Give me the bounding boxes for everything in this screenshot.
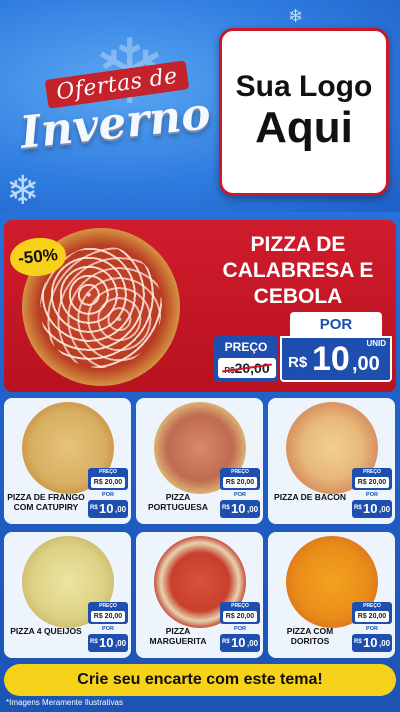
product-card[interactable]: PIZZA MARGUERITA PREÇO R$ 20,00 POR R$ 10,… [136, 532, 263, 658]
logo-line1: Sua Logo [235, 70, 373, 104]
product-name: PIZZA PORTUGUESA [148, 492, 208, 512]
price-integer: 10 [363, 635, 378, 650]
price-cents: ,00 [115, 505, 127, 514]
por-label: POR [366, 626, 378, 632]
logo-placeholder[interactable]: Sua Logo Aqui [219, 28, 389, 196]
price-currency: R$ [288, 354, 308, 371]
flyer-page: ❄ ❄ ❄ Ofertas de Inverno Sua Logo Aqui -… [0, 0, 400, 712]
por-label: POR [366, 492, 378, 498]
price-currency: R$ [354, 639, 362, 645]
price-currency: R$ [90, 505, 98, 511]
price-currency: R$ [222, 639, 230, 645]
price-currency: R$ [354, 505, 362, 511]
old-price-value: 20,00 [234, 360, 270, 376]
preco-label: PREÇO [231, 469, 249, 475]
snowflake-icon: ❄ [6, 169, 40, 213]
price-box: R$ 10,00 [352, 634, 392, 652]
snowflake-icon: ❄ [288, 6, 304, 26]
price-cents: ,00 [379, 639, 391, 648]
product-card[interactable]: PIZZA COM DORITOS PREÇO R$ 20,00 POR R$ 10… [268, 532, 395, 658]
header: ❄ ❄ ❄ Ofertas de Inverno Sua Logo Aqui [0, 0, 400, 213]
featured-title: PIZZA DE CALABRESA E CEBOLA [222, 233, 374, 308]
por-label: POR [102, 626, 114, 632]
preco-label: PREÇO [224, 340, 268, 354]
unit-label: UNID [366, 339, 386, 348]
price-box: R$ 10,00 [220, 634, 260, 652]
price-cents: ,00 [247, 639, 259, 648]
price-box: R$ 10,00 [220, 500, 260, 518]
product-name: PIZZA 4 QUEIJOS [10, 626, 82, 636]
old-price-box: PREÇO R$ 20,00 [88, 468, 128, 490]
old-price: R$20,00 [218, 358, 276, 378]
preco-label: PREÇO [99, 469, 117, 475]
logo-line2: Aqui [255, 103, 353, 153]
old-price-box: PREÇO R$ 20,00 [220, 602, 260, 624]
old-price: R$ 20,00 [91, 611, 125, 622]
product-card[interactable]: PIZZA DE FRANGO COM CATUPIRY PREÇO R$ 20,… [4, 398, 131, 524]
price-cents: ,00 [115, 639, 127, 648]
price-integer: 10 [231, 501, 246, 516]
price-box: R$ 10,00 [88, 500, 128, 518]
featured-product[interactable]: -50% PIZZA DE CALABRESA E CEBOLA POR PRE… [4, 220, 396, 392]
disclaimer: *Imagens Meramente Ilustrativas [6, 698, 123, 707]
old-price-box: PREÇO R$ 20,00 [220, 468, 260, 490]
old-price-box: PREÇO R$ 20,00 [352, 468, 392, 490]
old-price: R$ 20,00 [223, 611, 257, 622]
price-integer: 10 [312, 340, 350, 378]
old-price-box: PREÇO R$ 20,00 [352, 602, 392, 624]
product-card[interactable]: PIZZA DE BACON PREÇO R$ 20,00 POR R$ 10,00 [268, 398, 395, 524]
old-price: R$ 20,00 [223, 477, 257, 488]
winter-offers-banner: Ofertas de Inverno [18, 60, 213, 160]
por-label: POR [234, 492, 246, 498]
preco-label: PREÇO [363, 469, 381, 475]
old-price: R$ 20,00 [355, 611, 389, 622]
product-card[interactable]: PIZZA 4 QUEIJOS PREÇO R$ 20,00 POR R$ 10,0… [4, 532, 131, 658]
price-integer: 10 [99, 501, 114, 516]
por-label: POR [102, 492, 114, 498]
price-integer: 10 [99, 635, 114, 650]
price-integer: 10 [363, 501, 378, 516]
price-cents: ,00 [352, 353, 380, 375]
price-integer: 10 [231, 635, 246, 650]
price-cents: ,00 [247, 505, 259, 514]
price-cents: ,00 [379, 505, 391, 514]
por-label: POR [290, 312, 382, 336]
product-name: PIZZA MARGUERITA [149, 626, 207, 646]
old-price: R$ 20,00 [91, 477, 125, 488]
old-price-box: PREÇO R$20,00 [214, 336, 278, 382]
product-name: PIZZA COM DORITOS [286, 626, 334, 646]
product-name: PIZZA DE FRANGO COM CATUPIRY [7, 492, 85, 512]
old-price-box: PREÇO R$ 20,00 [88, 602, 128, 624]
price-currency: R$ [90, 639, 98, 645]
product-name: PIZZA DE BACON [274, 492, 346, 502]
old-price: R$ 20,00 [355, 477, 389, 488]
por-label: POR [234, 626, 246, 632]
price-box: UNID R$ 10 ,00 [280, 336, 392, 382]
preco-label: PREÇO [231, 603, 249, 609]
preco-label: PREÇO [99, 603, 117, 609]
price-box: R$ 10,00 [88, 634, 128, 652]
preco-label: PREÇO [363, 603, 381, 609]
product-card[interactable]: PIZZA PORTUGUESA PREÇO R$ 20,00 POR R$ 10,… [136, 398, 263, 524]
old-price-currency: R$ [224, 366, 235, 375]
cta-button[interactable]: Crie seu encarte com este tema! [4, 664, 396, 696]
price-box: R$ 10,00 [352, 500, 392, 518]
price-currency: R$ [222, 505, 230, 511]
